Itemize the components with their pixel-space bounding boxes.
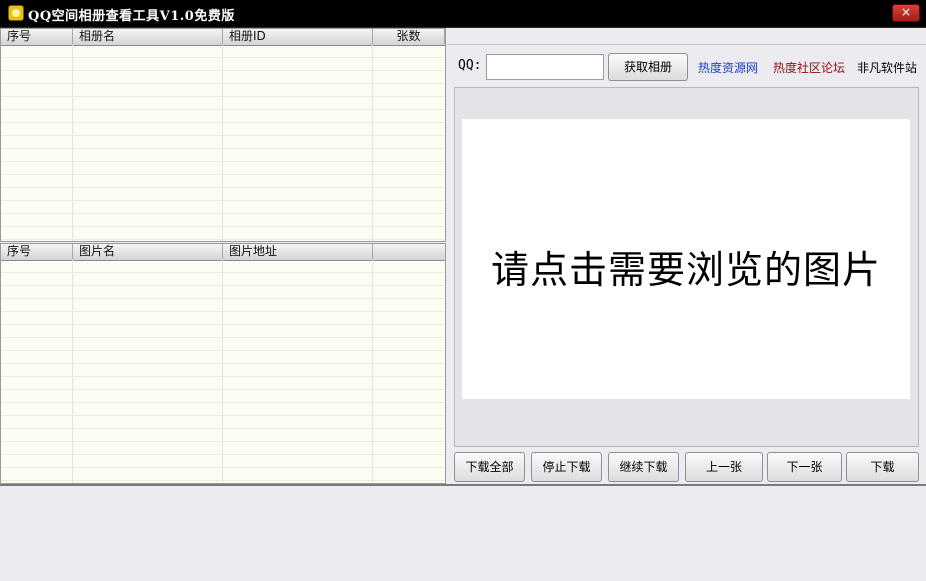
column-header-photo-url[interactable]: 图片地址	[223, 244, 373, 259]
status-area	[0, 484, 926, 581]
column-header-album-name[interactable]: 相册名	[73, 29, 223, 44]
album-list-header: 序号 相册名 相册ID 张数	[1, 29, 445, 46]
title-bar: QQ空间相册查看工具V1.0免费版 ×	[0, 0, 926, 28]
image-viewer[interactable]: 请点击需要浏览的图片	[462, 119, 910, 399]
link-redu-forum[interactable]: 热度社区论坛	[773, 59, 845, 76]
app-icon	[8, 5, 24, 21]
qq-label: QQ:	[458, 58, 482, 73]
download-all-button[interactable]: 下载全部	[454, 452, 525, 482]
column-header-photo-name[interactable]: 图片名	[73, 244, 223, 259]
album-list-rows[interactable]	[1, 45, 445, 241]
photo-list[interactable]: 序号 图片名 图片地址	[0, 243, 446, 484]
column-header-album-id[interactable]: 相册ID	[223, 29, 373, 44]
stop-download-button[interactable]: 停止下载	[531, 452, 602, 482]
qq-number-input[interactable]	[486, 54, 604, 80]
close-button[interactable]: ×	[892, 4, 920, 22]
fetch-albums-button[interactable]: 获取相册	[608, 53, 688, 81]
window-title: QQ空间相册查看工具V1.0免费版	[28, 9, 235, 24]
column-header-empty[interactable]	[373, 244, 445, 259]
resume-download-button[interactable]: 继续下载	[608, 452, 679, 482]
next-photo-button[interactable]: 下一张	[767, 452, 842, 482]
download-button[interactable]: 下载	[846, 452, 919, 482]
column-header-index[interactable]: 序号	[1, 244, 73, 259]
photo-list-header: 序号 图片名 图片地址	[1, 244, 445, 261]
previous-photo-button[interactable]: 上一张	[685, 452, 763, 482]
link-crsky[interactable]: 非凡软件站	[857, 59, 917, 76]
photo-list-rows[interactable]	[1, 260, 445, 483]
viewer-placeholder: 请点击需要浏览的图片	[490, 248, 881, 292]
link-redu-resources[interactable]: 热度资源网	[698, 59, 758, 76]
column-header-index[interactable]: 序号	[1, 29, 73, 44]
column-header-photo-count[interactable]: 张数	[373, 29, 445, 44]
album-list[interactable]: 序号 相册名 相册ID 张数	[0, 28, 446, 242]
right-panel-header-strip	[447, 28, 926, 45]
